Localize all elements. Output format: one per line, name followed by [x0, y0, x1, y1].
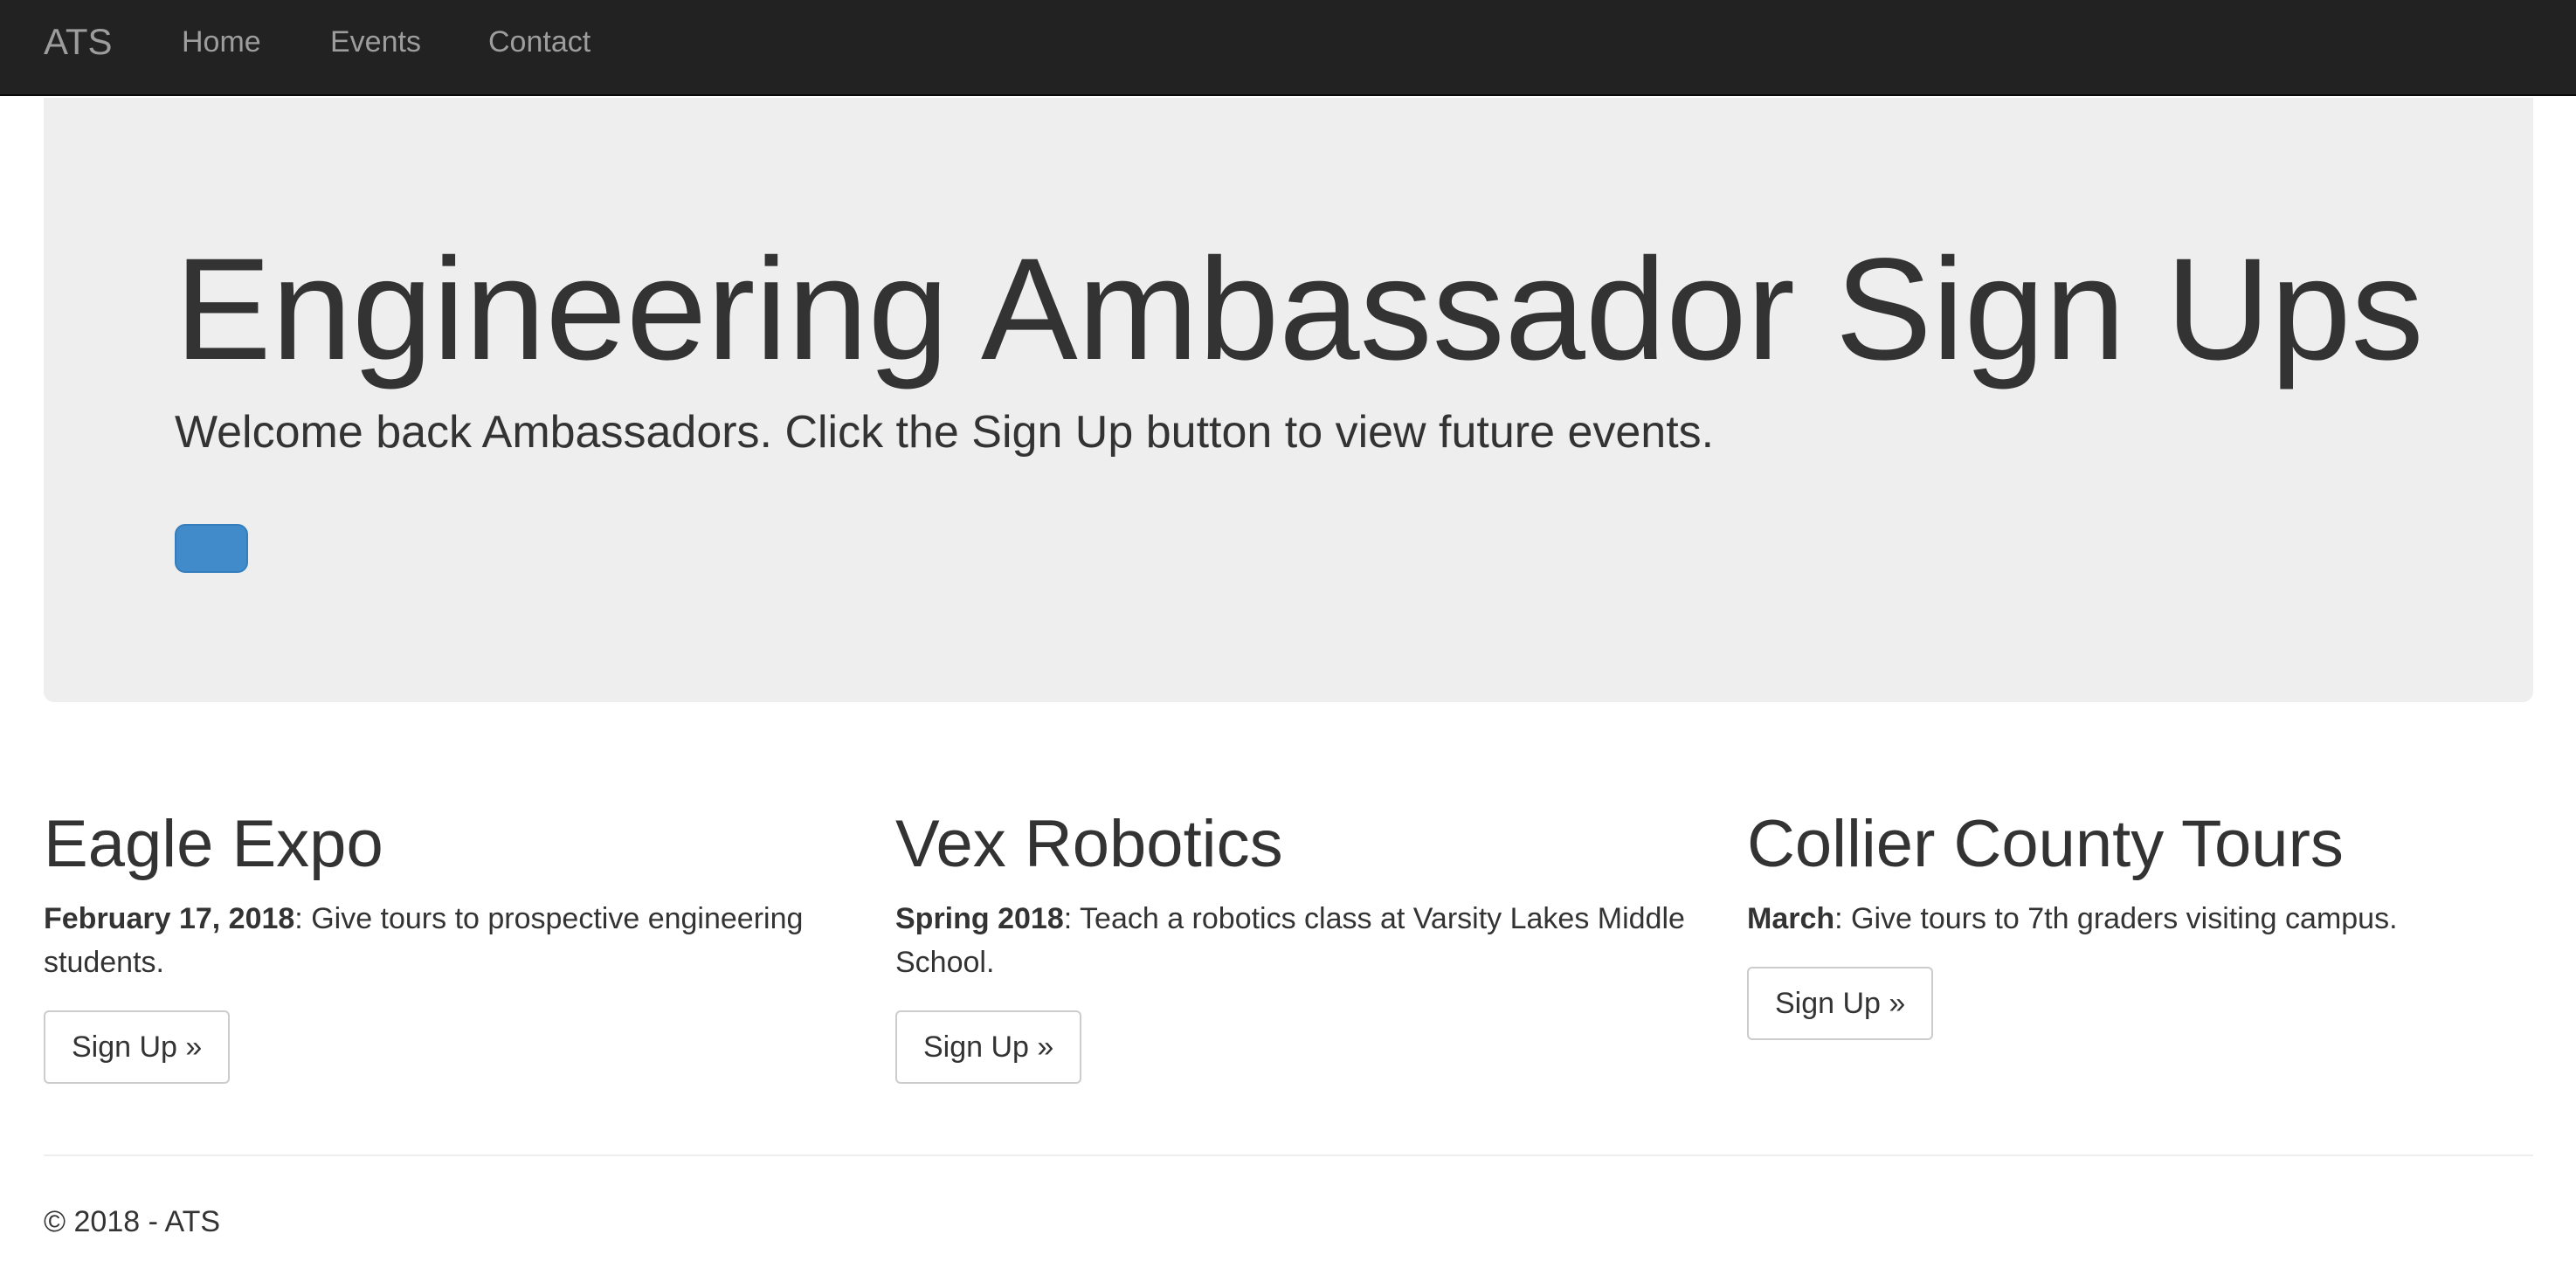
top-navbar: ATS Home Events Contact — [0, 0, 2576, 96]
page-title: Engineering Ambassador Sign Ups — [175, 229, 2424, 390]
event-date: Spring 2018 — [895, 901, 1064, 935]
event-card-vex-robotics: Vex Robotics Spring 2018: Teach a roboti… — [895, 808, 1708, 1084]
footer-copyright: © 2018 - ATS — [44, 1205, 221, 1238]
event-date: February 17, 2018 — [44, 901, 295, 935]
nav-link-events[interactable]: Events — [330, 0, 421, 96]
sign-up-button-eagle-expo[interactable]: Sign Up » — [44, 1010, 231, 1084]
sign-up-button-vex-robotics[interactable]: Sign Up » — [895, 1010, 1082, 1084]
nav-link-contact[interactable]: Contact — [488, 0, 590, 96]
jumbotron: Engineering Ambassador Sign Ups Welcome … — [44, 98, 2533, 702]
sign-up-button-collier-county-tours[interactable]: Sign Up » — [1747, 966, 1934, 1040]
event-description: February 17, 2018: Give tours to prospec… — [44, 897, 856, 984]
welcome-lead-text: Welcome back Ambassadors. Click the Sign… — [175, 407, 1715, 458]
event-description: Spring 2018: Teach a robotics class at V… — [895, 897, 1708, 984]
event-title: Collier County Tours — [1747, 807, 2344, 881]
event-title: Vex Robotics — [895, 807, 1283, 881]
event-description-text: : Give tours to 7th graders visiting cam… — [1834, 901, 2398, 935]
event-card-collier-county-tours: Collier County Tours March: Give tours t… — [1747, 808, 2559, 1040]
event-title: Eagle Expo — [44, 807, 383, 881]
event-date: March — [1747, 901, 1835, 935]
event-card-eagle-expo: Eagle Expo February 17, 2018: Give tours… — [44, 808, 856, 1084]
event-description: March: Give tours to 7th graders visitin… — [1747, 897, 2559, 941]
nav-link-home[interactable]: Home — [182, 0, 261, 96]
sign-up-primary-button[interactable] — [175, 524, 248, 573]
brand-link[interactable]: ATS — [44, 0, 113, 96]
footer-divider — [44, 1154, 2533, 1156]
